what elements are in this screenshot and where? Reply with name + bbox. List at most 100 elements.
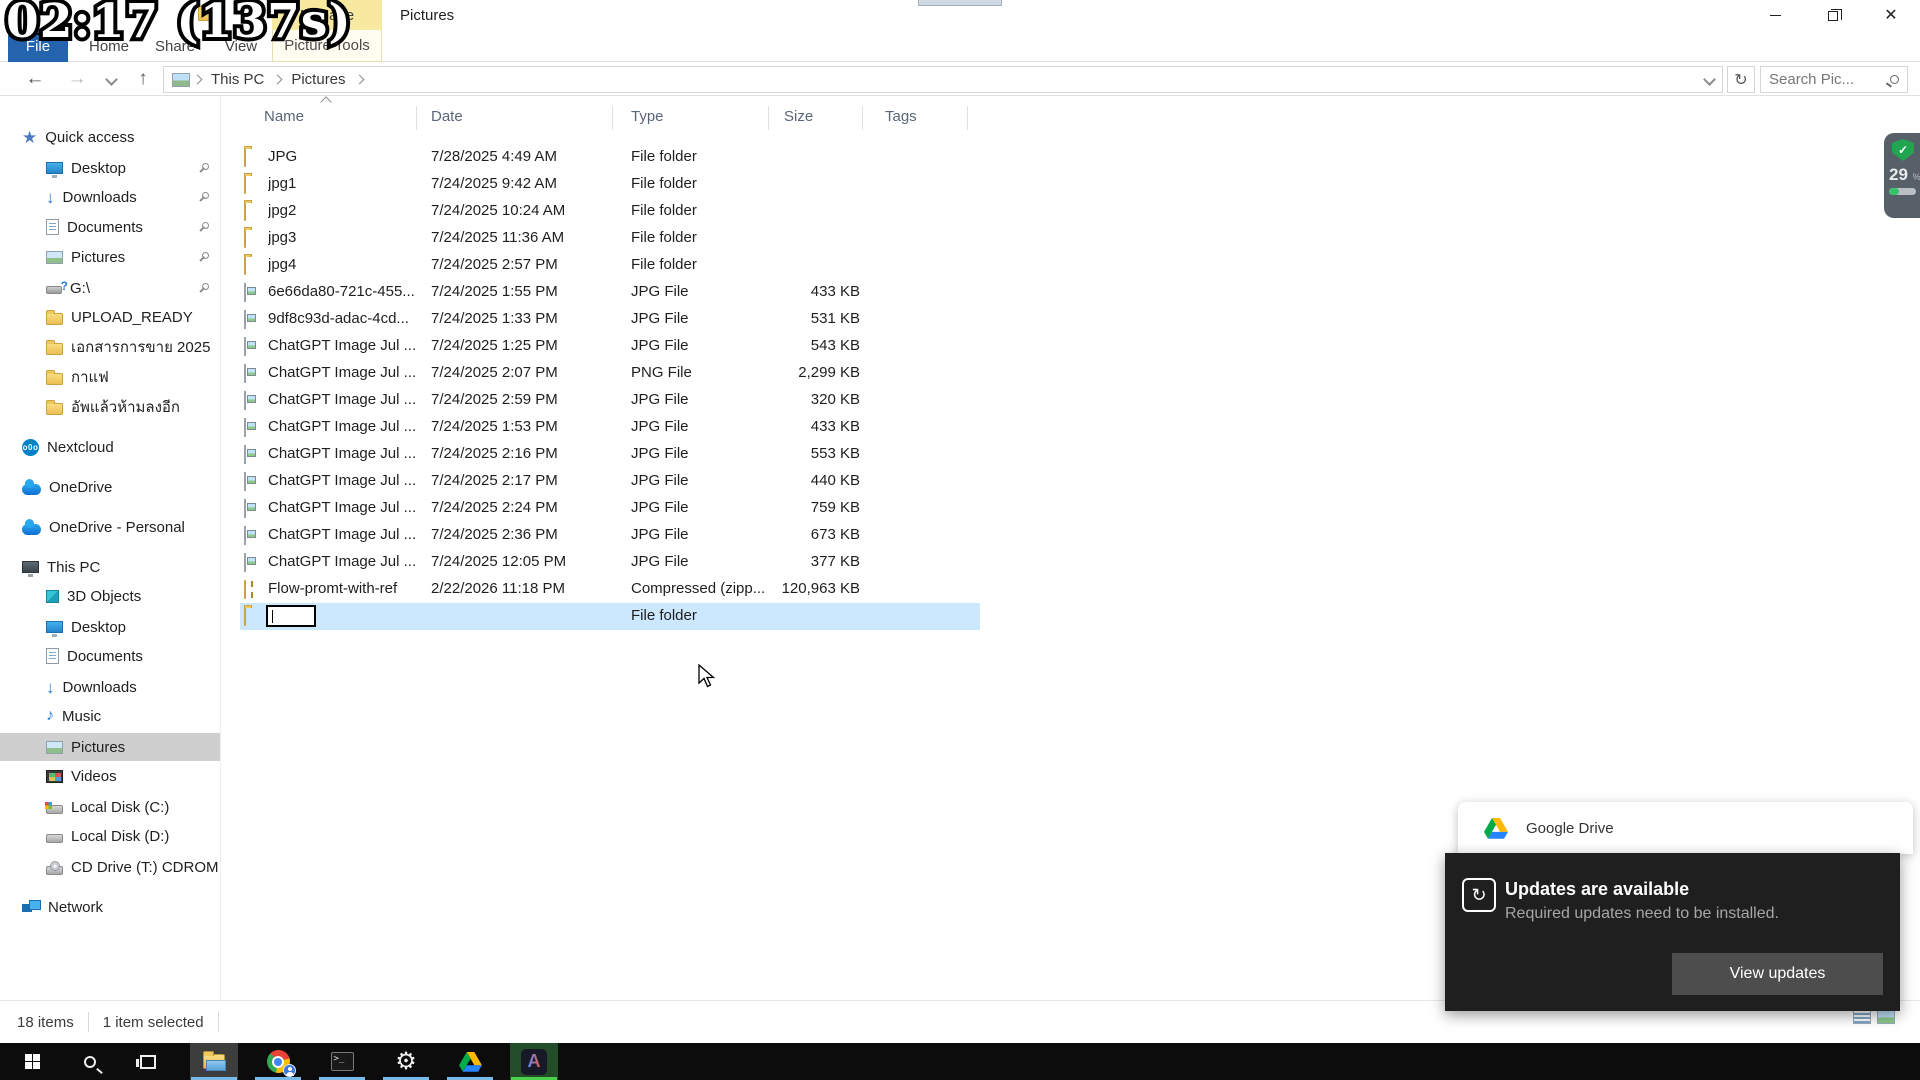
maximize-button[interactable]	[1804, 0, 1862, 30]
file-row[interactable]: Flow-promt-with-ref 2/22/2026 11:18 PM Com…	[240, 576, 980, 603]
column-header-name[interactable]: Name	[264, 108, 304, 132]
file-row[interactable]: ChatGPT Image Jul ... 7/24/2025 2:36 PM JP…	[240, 522, 980, 549]
recent-locations-chevron[interactable]	[100, 62, 122, 96]
usb-drive-icon	[46, 279, 68, 294]
taskbar-file-explorer[interactable]	[190, 1043, 238, 1080]
minimize-button[interactable]	[1746, 0, 1804, 30]
taskbar-settings[interactable]: ⚙	[382, 1043, 430, 1080]
start-button[interactable]	[8, 1043, 56, 1080]
address-dropdown-chevron-icon[interactable]	[1703, 73, 1716, 86]
widget-percent: 29	[1889, 165, 1908, 184]
sidebar-item-thai-coffee[interactable]: กาแฟ	[0, 363, 220, 391]
sidebar-item-local-disk-d[interactable]: Local Disk (D:)	[0, 822, 220, 850]
file-row[interactable]: jpg2 7/24/2025 10:24 AM File folder	[240, 198, 980, 225]
view-updates-button[interactable]: View updates	[1672, 953, 1883, 995]
widget-progress-bar	[1889, 188, 1916, 195]
taskbar-terminal[interactable]: >_	[318, 1043, 366, 1080]
sidebar-item-upload-ready[interactable]: UPLOAD_READY	[0, 303, 220, 331]
folder-icon	[46, 369, 63, 385]
toast-title: Updates are available	[1505, 879, 1690, 899]
sidebar-item-cd-drive[interactable]: CD Drive (T:) CDROM	[0, 853, 220, 881]
taskbar-chrome[interactable]	[254, 1043, 302, 1080]
file-row[interactable]: ChatGPT Image Jul ... 7/24/2025 1:53 PM JP…	[240, 414, 980, 441]
sort-ascending-icon	[320, 96, 332, 108]
background-window-sliver	[918, 0, 1002, 6]
breadcrumb-this-pc[interactable]: This PC	[205, 71, 270, 88]
sidebar-item-3d-objects[interactable]: 3D Objects	[0, 582, 220, 610]
file-row[interactable]: jpg4 7/24/2025 2:57 PM File folder	[240, 252, 980, 279]
task-view-button[interactable]	[124, 1043, 172, 1080]
sidebar-item-pictures-selected[interactable]: Pictures	[0, 733, 220, 761]
address-bar[interactable]: This PC Pictures	[163, 66, 1723, 93]
sidebar-item-downloads[interactable]: ↓ Downloads	[0, 183, 220, 211]
file-row[interactable]: ChatGPT Image Jul ... 7/24/2025 12:05 PM J…	[240, 549, 980, 576]
pin-icon	[198, 192, 209, 202]
sidebar-item-thai-sales-docs[interactable]: เอกสารการขาย 2025	[0, 333, 220, 361]
search-icon	[1890, 75, 1899, 84]
profile-badge-icon	[283, 1064, 296, 1077]
sidebar-item-network[interactable]: Network	[0, 893, 220, 921]
column-header-size[interactable]: Size	[784, 108, 813, 132]
notification-header-card[interactable]: Google Drive	[1458, 802, 1913, 854]
file-row[interactable]: 9df8c93d-adac-4cd... 7/24/2025 1:33 PM JPG…	[240, 306, 980, 333]
sidebar-item-onedrive[interactable]: OneDrive	[0, 473, 220, 501]
sidebar-item-documents[interactable]: Documents	[0, 213, 220, 241]
sidebar-item-onedrive-personal[interactable]: OneDrive - Personal	[0, 513, 220, 541]
up-button[interactable]: ↑	[126, 62, 160, 96]
sidebar-item-music[interactable]: ♪ Music	[0, 702, 220, 730]
sidebar-item-desktop-pc[interactable]: Desktop	[0, 613, 220, 641]
cloud-icon	[22, 478, 41, 495]
sidebar-item-nextcloud[interactable]: o0o Nextcloud	[0, 433, 220, 461]
cloud-icon	[22, 518, 41, 535]
a-app-icon: A	[521, 1048, 547, 1075]
navigation-bar: ← → ↑ This PC Pictures ↻ Search Pic...	[0, 62, 1920, 96]
file-row[interactable]: jpg1 7/24/2025 9:42 AM File folder	[240, 171, 980, 198]
update-toast[interactable]: ↻ Updates are available Required updates…	[1445, 853, 1900, 1011]
sidebar-item-videos[interactable]: Videos	[0, 762, 220, 790]
sidebar-item-quick-access[interactable]: ★ Quick access	[0, 123, 220, 151]
sidebar-item-this-pc[interactable]: This PC	[0, 553, 220, 581]
file-row[interactable]: ChatGPT Image Jul ... 7/24/2025 2:16 PM JP…	[240, 441, 980, 468]
sidebar-item-g-drive[interactable]: G:\	[0, 274, 220, 302]
sidebar-item-local-disk-c[interactable]: Local Disk (C:)	[0, 793, 220, 821]
file-row[interactable]: JPG 7/28/2025 4:49 AM File folder	[240, 144, 980, 171]
refresh-button[interactable]: ↻	[1727, 66, 1755, 93]
file-row[interactable]: jpg3 7/24/2025 11:36 AM File folder	[240, 225, 980, 252]
search-input[interactable]: Search Pic...	[1760, 66, 1908, 93]
sidebar-item-desktop[interactable]: Desktop	[0, 154, 220, 182]
file-row[interactable]: ChatGPT Image Jul ... 7/24/2025 2:59 PM JP…	[240, 387, 980, 414]
antivirus-widget[interactable]: ✓ 29 %	[1884, 133, 1920, 218]
column-separator	[967, 106, 968, 130]
sidebar-item-downloads-pc[interactable]: ↓ Downloads	[0, 673, 220, 701]
restore-icon	[1828, 9, 1842, 21]
file-row[interactable]: ChatGPT Image Jul ... 7/24/2025 2:07 PM PN…	[240, 360, 980, 387]
file-row[interactable]: 6e66da80-721c-455... 7/24/2025 1:55 PM JPG…	[240, 279, 980, 306]
back-button[interactable]: ←	[18, 62, 52, 96]
column-header-date[interactable]: Date	[431, 108, 463, 132]
file-row[interactable]: ChatGPT Image Jul ... 7/24/2025 2:17 PM JP…	[240, 468, 980, 495]
system-drive-icon	[45, 801, 63, 814]
selection-count: 1 item selected	[102, 1013, 204, 1031]
file-row[interactable]: ChatGPT Image Jul ... 7/24/2025 2:24 PM JP…	[240, 495, 980, 522]
taskbar-google-drive[interactable]	[446, 1043, 494, 1080]
close-button[interactable]: ✕	[1862, 0, 1920, 30]
breadcrumb-pictures[interactable]: Pictures	[285, 71, 351, 88]
column-header-tags[interactable]: Tags	[885, 108, 917, 132]
file-row-new-folder-selected[interactable]: File folder	[240, 603, 980, 630]
sidebar-item-documents-pc[interactable]: Documents	[0, 642, 220, 670]
text-caret	[272, 610, 273, 623]
update-refresh-icon: ↻	[1462, 878, 1496, 912]
pane-divider	[220, 96, 221, 1000]
folder-icon	[244, 607, 246, 626]
taskbar-active-app[interactable]: A	[510, 1043, 558, 1080]
rename-input[interactable]	[266, 605, 316, 627]
sidebar-item-thai-uploaded[interactable]: อัพแล้วห้ามลงอีก	[0, 393, 220, 421]
folder-icon	[244, 175, 246, 194]
forward-button[interactable]: →	[60, 62, 94, 96]
sidebar-item-pictures-quick[interactable]: Pictures	[0, 243, 220, 271]
file-row[interactable]: ChatGPT Image Jul ... 7/24/2025 1:25 PM JP…	[240, 333, 980, 360]
column-header-type[interactable]: Type	[631, 108, 664, 132]
pin-icon	[198, 163, 209, 173]
image-file-icon	[244, 472, 246, 491]
taskbar-search-button[interactable]	[66, 1043, 114, 1080]
